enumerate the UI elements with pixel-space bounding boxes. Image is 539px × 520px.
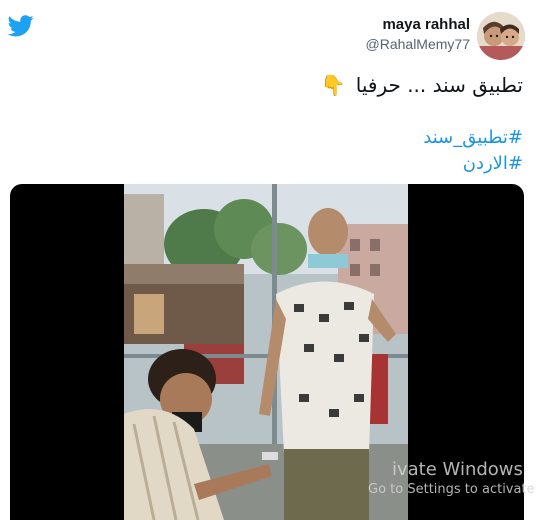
hashtag-link[interactable]: #الاردن <box>423 151 523 177</box>
tweet-author[interactable]: maya rahhal @RahalMemy77 <box>366 12 525 60</box>
hashtag-link[interactable]: #تطبيق_سند <box>423 125 523 151</box>
user-handle[interactable]: @RahalMemy77 <box>366 34 470 54</box>
video-frame[interactable] <box>124 184 408 520</box>
pointing-down-icon: 👇 <box>320 73 346 97</box>
avatar[interactable] <box>477 12 525 60</box>
display-name[interactable]: maya rahhal <box>366 16 470 34</box>
tweet-text: تطبيق سند ... حرفيا 👇 <box>320 72 523 98</box>
video-player[interactable] <box>10 184 524 520</box>
tweet-body: تطبيق سند ... حرفيا <box>355 73 523 97</box>
hashtag-list: #تطبيق_سند #الاردن <box>423 125 523 177</box>
twitter-bird-icon[interactable] <box>8 15 34 37</box>
author-names: maya rahhal @RahalMemy77 <box>366 16 470 54</box>
tweet-card: maya rahhal @RahalMemy77 تطبيق سند ... ح… <box>0 0 539 520</box>
